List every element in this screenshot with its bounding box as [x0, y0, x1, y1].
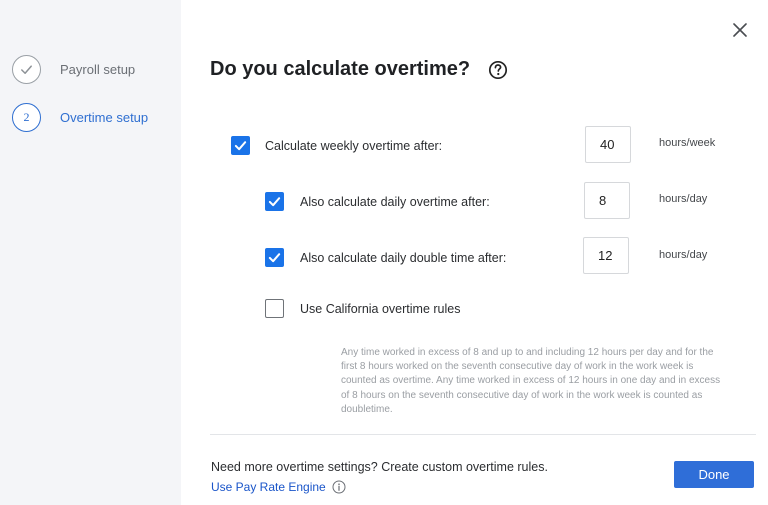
footer-text: Need more overtime settings? Create cust… — [211, 460, 548, 474]
daily-overtime-hours-input[interactable] — [584, 182, 630, 219]
step-label: Overtime setup — [60, 110, 149, 125]
daily-double-time-unit: hours/day — [659, 249, 708, 261]
divider — [210, 434, 756, 435]
california-rules-checkbox[interactable] — [265, 299, 284, 318]
weekly-overtime-unit: hours/week — [659, 137, 716, 149]
weekly-overtime-option: Calculate weekly overtime after: — [231, 136, 442, 155]
daily-double-time-option: Also calculate daily double time after: — [265, 248, 506, 267]
page-title: Do you calculate overtime? — [210, 58, 471, 80]
setup-sidebar: Payroll setup 2 Overtime setup — [0, 0, 181, 505]
daily-overtime-label: Also calculate daily overtime after: — [300, 194, 490, 209]
daily-double-time-label: Also calculate daily double time after: — [300, 250, 507, 265]
daily-overtime-unit: hours/day — [659, 193, 708, 205]
daily-overtime-option: Also calculate daily overtime after: — [265, 192, 490, 211]
pay-rate-engine-link[interactable]: Use Pay Rate Engine — [211, 480, 346, 494]
california-rules-label: Use California overtime rules — [300, 301, 461, 316]
info-icon[interactable] — [332, 480, 346, 494]
weekly-overtime-hours-input[interactable] — [585, 126, 631, 163]
dialog-title: Do you calculate overtime? — [210, 58, 508, 81]
weekly-overtime-label: Calculate weekly overtime after: — [265, 138, 443, 153]
step-overtime-setup[interactable]: 2 Overtime setup — [12, 103, 148, 132]
help-icon[interactable] — [488, 60, 508, 80]
step-payroll-setup[interactable]: Payroll setup — [12, 55, 135, 84]
daily-double-time-hours-input[interactable] — [583, 237, 629, 274]
california-rules-option: Use California overtime rules — [265, 299, 460, 318]
step-label: Payroll setup — [60, 62, 136, 77]
daily-overtime-checkbox[interactable] — [265, 192, 284, 211]
close-icon[interactable] — [728, 18, 752, 42]
step-number: 2 — [12, 103, 41, 132]
done-button[interactable]: Done — [674, 461, 754, 488]
check-icon — [12, 55, 41, 84]
pay-rate-engine-link-label: Use Pay Rate Engine — [211, 480, 326, 494]
weekly-overtime-checkbox[interactable] — [231, 136, 250, 155]
daily-double-time-checkbox[interactable] — [265, 248, 284, 267]
california-rules-description: Any time worked in excess of 8 and up to… — [341, 347, 721, 415]
